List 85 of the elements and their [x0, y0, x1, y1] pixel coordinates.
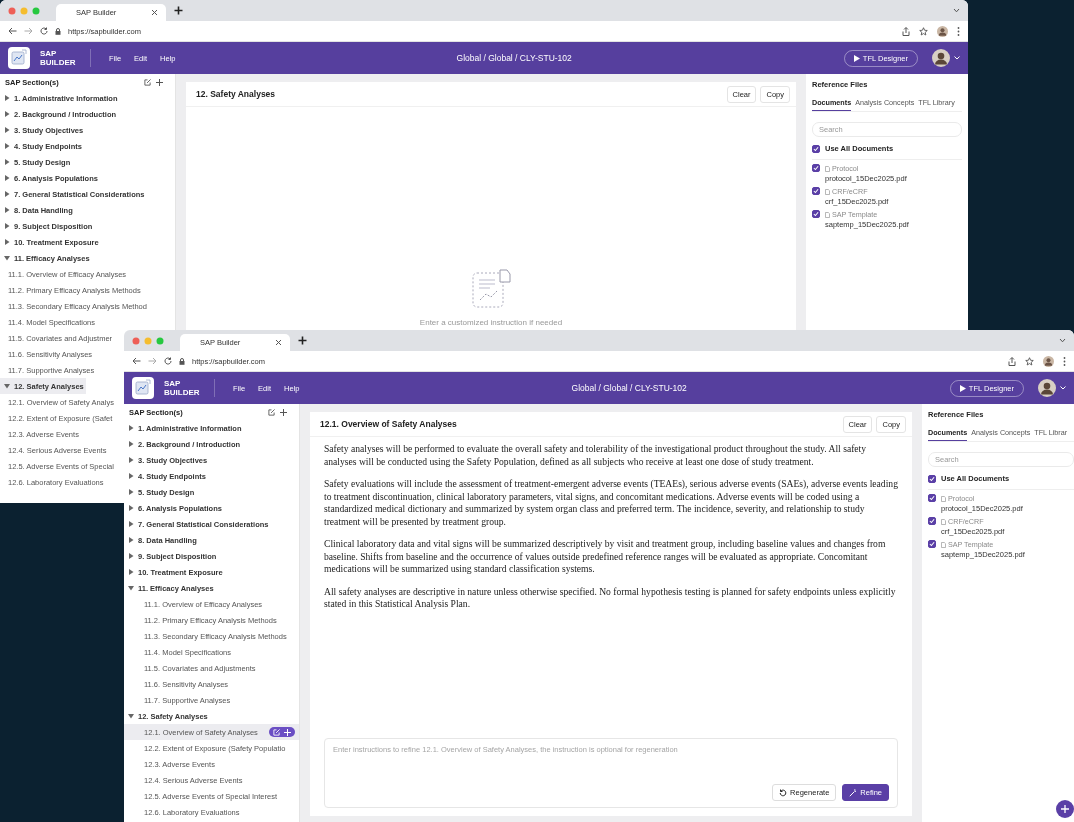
close-icon[interactable]: [275, 339, 282, 346]
checkbox[interactable]: [928, 540, 936, 548]
checkbox[interactable]: [812, 164, 820, 172]
chevron-down-icon[interactable]: [1059, 338, 1066, 343]
caret-icon[interactable]: [128, 425, 134, 431]
caret-icon[interactable]: [4, 207, 10, 213]
caret-icon[interactable]: [128, 505, 134, 511]
caret-icon[interactable]: [128, 713, 134, 719]
breadcrumb: Global / Global / CLY-STU-102: [455, 53, 573, 63]
star-icon[interactable]: [919, 26, 928, 36]
checkbox[interactable]: [928, 494, 936, 502]
magic-wand-icon: [849, 788, 858, 797]
document-icon: [825, 165, 830, 172]
share-icon[interactable]: [1008, 356, 1016, 366]
window-controls-icon[interactable]: [8, 6, 40, 15]
caret-icon[interactable]: [4, 111, 10, 117]
reload-icon: [779, 788, 788, 797]
paragraph: Clinical laboratory data and vital signs will be summarized descriptively by visit and treatment group, including baseline values and changes from baseline. Shifts from baseline and the occurrence of values outside predefined reference ranges will be evaluated as appropriate. Concomitant medications will be summarized using standard classification systems.: [324, 538, 887, 576]
document-icon: [941, 541, 946, 548]
caret-icon[interactable]: [128, 585, 134, 591]
more-icon[interactable]: [1063, 356, 1066, 366]
caret-icon[interactable]: [128, 521, 134, 527]
section-title: 12. Safety Analyses: [196, 89, 277, 99]
caret-icon[interactable]: [4, 191, 10, 197]
avatar-icon[interactable]: [1038, 379, 1056, 397]
edit-icon[interactable]: [144, 78, 151, 86]
empty-state-hint: Enter a customized instruction if needed: [419, 317, 563, 327]
caret-icon[interactable]: [4, 159, 10, 165]
caret-icon[interactable]: [128, 569, 134, 575]
caret-icon[interactable]: [4, 143, 10, 149]
back-icon[interactable]: [8, 27, 17, 35]
logo-icon[interactable]: [132, 377, 154, 399]
plus-icon[interactable]: [156, 78, 163, 86]
reload-icon[interactable]: [40, 27, 48, 35]
more-icon[interactable]: [957, 26, 960, 36]
avatar-icon[interactable]: [1043, 355, 1054, 367]
empty-document-icon: [470, 267, 512, 310]
edit-icon[interactable]: [268, 408, 275, 416]
caret-icon[interactable]: [4, 223, 10, 229]
avatar-icon[interactable]: [932, 49, 950, 67]
caret-icon[interactable]: [128, 489, 134, 495]
caret-icon[interactable]: [128, 553, 134, 559]
play-icon: [959, 384, 966, 392]
caret-icon[interactable]: [4, 127, 10, 133]
close-icon[interactable]: [151, 9, 158, 16]
document-icon: [941, 518, 946, 525]
checkbox[interactable]: [928, 474, 936, 483]
checkbox[interactable]: [928, 517, 936, 525]
lock-icon: [55, 27, 61, 35]
caret-icon[interactable]: [4, 175, 10, 181]
caret-icon[interactable]: [4, 239, 10, 245]
back-icon[interactable]: [132, 357, 141, 365]
chevron-down-icon[interactable]: [953, 8, 960, 13]
breadcrumb: Global / Global / CLY-STU-102: [570, 383, 688, 393]
logo-icon[interactable]: [8, 47, 30, 69]
caret-icon[interactable]: [4, 383, 10, 389]
add-button[interactable]: [1056, 800, 1074, 818]
window-controls-icon[interactable]: [132, 336, 164, 345]
document-icon: [825, 188, 830, 195]
star-icon[interactable]: [1025, 356, 1034, 366]
share-icon[interactable]: [902, 26, 910, 36]
document-icon: [941, 495, 946, 502]
caret-icon[interactable]: [128, 457, 134, 463]
checkbox[interactable]: [812, 144, 820, 153]
lock-icon: [179, 357, 185, 365]
play-icon: [853, 54, 860, 62]
caret-icon[interactable]: [4, 95, 10, 101]
paragraph: Safety evaluations will include the assessment of treatment-emergent adverse events (TEAEs), serious adverse events (SAEs), adverse events leading to treatment discontinuation, clinical laboratory parameters, vital signs, and concomitant medications. Adverse events will be coded using a standardized medical dictionary and summarized by system organ class and preferred term. The incidence, severity, and relationship to study treatment will be presented by treatment group.: [324, 478, 898, 528]
plus-icon[interactable]: [298, 336, 307, 345]
document-icon: [825, 211, 830, 218]
app-logo-text: SAP BUILDER: [40, 49, 77, 67]
checkbox[interactable]: [812, 210, 820, 218]
checkbox[interactable]: [812, 187, 820, 195]
reload-icon[interactable]: [164, 357, 172, 365]
plus-icon[interactable]: [280, 408, 287, 416]
caret-icon[interactable]: [128, 441, 134, 447]
paragraph: All safety analyses are descriptive in nature unless otherwise specified. No formal hypothesis testing is planned for safety endpoints unless explicitly stated in this Statistical Analysis Plan.: [324, 585, 897, 611]
caret-icon[interactable]: [4, 255, 10, 261]
avatar-icon[interactable]: [937, 25, 948, 37]
caret-icon[interactable]: [128, 537, 134, 543]
plus-icon[interactable]: [174, 6, 183, 15]
paragraph: Safety analyses will be performed to evaluate the overall safety and tolerability of the investigational product throughout the study. All safety analyses will be conducted using the Safety Population, defined as all subjects who receive at least one dose of study treatment.: [324, 443, 868, 468]
section-title: 12.1. Overview of Safety Analyses: [320, 419, 458, 429]
caret-icon[interactable]: [128, 473, 134, 479]
app-logo-text: SAP BUILDER: [164, 379, 201, 397]
